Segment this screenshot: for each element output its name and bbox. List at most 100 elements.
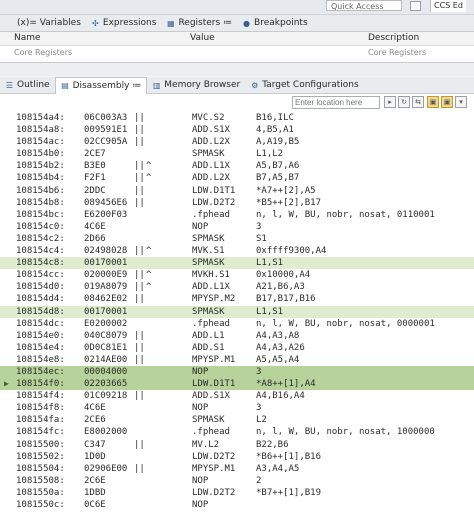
disassembly-line[interactable]: 108154fc: E8002000 .fphead n, l, W, BU, nob… bbox=[0, 426, 474, 438]
tab-variables[interactable]: (x)= Variables bbox=[0, 15, 86, 31]
caret-marker: ^ bbox=[146, 246, 152, 257]
tab-memory-browser[interactable]: ▥ Memory Browser bbox=[147, 77, 245, 93]
opcode-cell: 00170001 bbox=[84, 258, 128, 269]
disassembly-line[interactable]: 108154c4: 02498028 || ^ MVK.S1 0xffff9300,A4 bbox=[0, 245, 474, 257]
registers-view: Name Value Description Core Registers Co… bbox=[0, 32, 474, 63]
operands-cell: A4,B16,A4 bbox=[256, 391, 305, 402]
disassembly-line[interactable]: 1081550a: 1DBD LDW.D2T2 *B7++[1],B19 bbox=[0, 487, 474, 499]
opcode-cell: 00004000 bbox=[84, 366, 128, 377]
disassembly-line[interactable]: 108154b4: F2F1 || ^ ADD.L2X B7,A5,B7 bbox=[0, 172, 474, 184]
address-cell: 1081550a: bbox=[16, 487, 65, 498]
mnemonic-cell: SPMASK bbox=[192, 415, 225, 426]
disassembly-line[interactable]: 108154a4: 06C003A3 || MVC.S2 B16,ILC bbox=[0, 112, 474, 124]
opcode-cell: C347 bbox=[84, 439, 106, 450]
parallel-marker: || bbox=[134, 137, 145, 148]
disassembly-line[interactable]: 108154fa: 2CE6 SPMASK L2 bbox=[0, 414, 474, 426]
disassembly-line[interactable]: 108154ac: 02CC905A || ADD.L2X A,A19,B5 bbox=[0, 136, 474, 148]
address-cell: 108154d4: bbox=[16, 294, 65, 305]
location-input[interactable] bbox=[292, 96, 380, 109]
operands-cell: 3 bbox=[256, 221, 262, 232]
disassembly-line[interactable]: 108154b8: 089456E6 || LDW.D2T2 *B5++[2],B17 bbox=[0, 197, 474, 209]
disassembly-line[interactable]: 108154f8: 4C6E NOP 3 bbox=[0, 402, 474, 414]
show-opcodes-icon[interactable]: ▣ bbox=[441, 96, 453, 108]
address-cell: 108154e8: bbox=[16, 354, 65, 365]
show-source-icon[interactable]: ▣ bbox=[427, 96, 439, 108]
operands-cell: L2 bbox=[256, 415, 267, 426]
disassembly-line[interactable]: 10815502: 1D0D LDW.D2T2 *B6++[1],B16 bbox=[0, 451, 474, 463]
column-name[interactable]: Name bbox=[14, 33, 41, 43]
link-icon[interactable]: ⇆ bbox=[412, 96, 424, 108]
address-cell: 108154b6: bbox=[16, 185, 65, 196]
disassembly-line[interactable]: 108154b0: 2CE7 SPMASK L1,L2 bbox=[0, 148, 474, 160]
view-menu-icon[interactable]: ▾ bbox=[455, 96, 467, 108]
address-cell: 108154d8: bbox=[16, 306, 65, 317]
parallel-marker: || bbox=[134, 125, 145, 136]
disassembly-line[interactable]: 108154d4: 08462E02 || MPYSP.M2 B17,B17,B16 bbox=[0, 293, 474, 305]
tab-target-configurations[interactable]: ⚙ Target Configurations bbox=[245, 77, 363, 93]
mnemonic-cell: MV.L2 bbox=[192, 439, 220, 450]
address-cell: 108154bc: bbox=[16, 209, 65, 220]
opcode-cell: 0C6E bbox=[84, 500, 106, 510]
perspective-ccs-edit[interactable]: CCS Ed bbox=[430, 0, 466, 12]
disassembly-line[interactable]: 108154d0: 019A8079 || ^ ADD.L1X A21,B6,A3 bbox=[0, 281, 474, 293]
mnemonic-cell: .fphead bbox=[192, 318, 230, 329]
opcode-cell: 1DBD bbox=[84, 487, 106, 498]
opcode-cell: 00170001 bbox=[84, 306, 128, 317]
disassembly-line[interactable]: 108154ec: 00004000 NOP 3 bbox=[0, 365, 474, 379]
open-perspective-icon[interactable] bbox=[410, 1, 421, 11]
parallel-marker: || bbox=[134, 270, 145, 281]
disassembly-line[interactable]: 108154c0: 4C6E NOP 3 bbox=[0, 221, 474, 233]
address-cell: 108154b0: bbox=[16, 149, 65, 160]
tab-expressions[interactable]: ✣ Expressions bbox=[86, 15, 162, 31]
opcode-cell: F2F1 bbox=[84, 173, 106, 184]
operands-cell: L1,S1 bbox=[256, 258, 284, 269]
opcode-cell: 2C6E bbox=[84, 475, 106, 486]
mnemonic-cell: NOP bbox=[192, 221, 209, 232]
disassembly-line[interactable]: 108154bc: E6200F03 .fphead n, l, W, BU, nob… bbox=[0, 209, 474, 221]
mnemonic-cell: SPMASK bbox=[192, 306, 225, 317]
disassembly-line[interactable]: 108154d8: 00170001 SPMASK L1,S1 bbox=[0, 305, 474, 318]
disassembly-line[interactable]: 108154f0: 02203665 LDW.D1T1 *A8++[1],A4 ▶ bbox=[0, 378, 474, 391]
operands-cell: n, l, W, BU, nobr, nosat, 0110001 bbox=[256, 209, 435, 220]
target-config-icon: ⚙ bbox=[251, 80, 259, 90]
disassembly-line[interactable]: 108154b2: B3E0 || ^ ADD.L1X A5,B7,A6 bbox=[0, 160, 474, 172]
quick-access-field[interactable]: Quick Access bbox=[326, 0, 402, 11]
tab-breakpoints[interactable]: ● Breakpoints bbox=[237, 15, 313, 31]
disassembly-line[interactable]: 108154e0: 040C8079 || ADD.L1 A4,A3,A8 bbox=[0, 330, 474, 342]
tab-label: Registers ≔ bbox=[178, 18, 233, 28]
disassembly-line[interactable]: 10815504: 02906E00 || MPYSP.M1 A3,A4,A5 bbox=[0, 463, 474, 475]
address-cell: 108154f0: bbox=[16, 379, 65, 390]
registers-icon: ▦ bbox=[167, 18, 175, 28]
disassembly-line[interactable]: 10815508: 2C6E NOP 2 bbox=[0, 475, 474, 487]
operands-cell: A4,A3,A26 bbox=[256, 342, 305, 353]
opcode-cell: 2DDC bbox=[84, 185, 106, 196]
operands-cell: B16,ILC bbox=[256, 113, 294, 123]
disassembly-line[interactable]: 108154e8: 0214AE00 || MPYSP.M1 A5,A5,A4 bbox=[0, 354, 474, 366]
column-value[interactable]: Value bbox=[190, 33, 215, 43]
tab-outline[interactable]: ☰ Outline bbox=[0, 77, 55, 93]
go-icon[interactable]: ▸ bbox=[384, 96, 396, 108]
disassembly-line[interactable]: 108154f4: 01C09218 || ADD.S1X A4,B16,A4 bbox=[0, 390, 474, 402]
disassembly-line[interactable]: 1081550c: 0C6E NOP bbox=[0, 499, 474, 511]
refresh-icon[interactable]: ↻ bbox=[398, 96, 410, 108]
opcode-cell: 01C09218 bbox=[84, 391, 128, 402]
disassembly-line[interactable]: 10815500: C347 || MV.L2 B22,B6 bbox=[0, 439, 474, 451]
tab-disassembly[interactable]: ▤ Disassembly ≔ bbox=[54, 76, 148, 94]
disassembly-line[interactable]: 108154e4: 0D0C81E1 || ADD.S1 A4,A3,A26 bbox=[0, 342, 474, 354]
opcode-cell: 02906E00 bbox=[84, 463, 128, 474]
column-description[interactable]: Description bbox=[368, 33, 419, 43]
parallel-marker: || bbox=[134, 342, 145, 353]
disassembly-line[interactable]: 108154c8: 00170001 SPMASK L1,S1 bbox=[0, 257, 474, 270]
disassembly-line[interactable]: 108154b6: 2DDC || LDW.D1T1 *A7++[2],A5 bbox=[0, 185, 474, 197]
expressions-icon: ✣ bbox=[92, 18, 99, 28]
address-cell: 108154c2: bbox=[16, 233, 65, 244]
core-registers-row[interactable]: Core Registers bbox=[14, 48, 72, 57]
tab-registers[interactable]: ▦ Registers ≔ bbox=[161, 15, 237, 31]
operands-cell: A5,B7,A6 bbox=[256, 161, 300, 172]
mnemonic-cell: ADD.S1 bbox=[192, 342, 225, 353]
operands-cell: *B5++[2],B17 bbox=[256, 197, 322, 208]
disassembly-line[interactable]: 108154dc: E0200002 .fphead n, l, W, BU, nob… bbox=[0, 318, 474, 330]
disassembly-line[interactable]: 108154c2: 2D66 SPMASK S1 bbox=[0, 233, 474, 245]
disassembly-line[interactable]: 108154cc: 020000E9 || ^ MVKH.S1 0x10000,A4 bbox=[0, 269, 474, 281]
disassembly-line[interactable]: 108154a8: 009591E1 || ADD.S1X 4,B5,A1 bbox=[0, 124, 474, 136]
